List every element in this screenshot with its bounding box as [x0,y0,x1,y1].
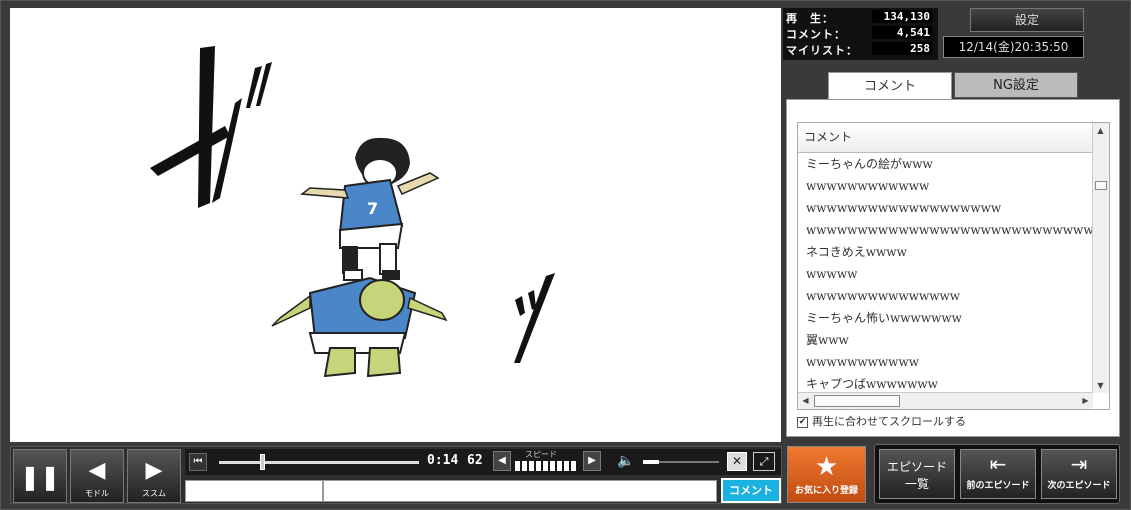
episode-list-button[interactable]: エピソード 一覧 [879,449,955,499]
tab-ng-settings[interactable]: NG設定 [954,72,1078,98]
back-button[interactable]: ◀ モドル [70,449,124,503]
scroll-down-icon[interactable]: ▼ [1093,378,1108,393]
pause-icon: ❚❚ [19,463,61,491]
player-controls: ❚❚ ◀ モドル ▶ ススム ⏮ 0:14 62 ◀ スピード ▶ 🔈 ✕ ⤢ … [10,446,782,504]
forward-button[interactable]: ▶ ススム [127,449,181,503]
prev-episode-label: 前のエピソード [966,481,1030,491]
scroll-left-icon[interactable]: ◀ [798,393,813,408]
volume-level [643,460,659,464]
scroll-up-icon[interactable]: ▲ [1093,123,1108,138]
comment-submit-button[interactable]: コメント [721,478,781,503]
comments-count-value: 4,541 [872,26,932,39]
pause-button[interactable]: ❚❚ [13,449,67,503]
autoscroll-option[interactable]: ✔ 再生に合わせてスクロールする [797,413,966,429]
list-item[interactable]: wwwwwwwwwwwwwwwwwwwwwwwwwwwwww [798,219,1093,241]
prev-episode-button[interactable]: ⇤ 前のエピソード [960,449,1036,499]
next-episode-icon: ⇥ [1070,452,1088,476]
mylist-value: 258 [872,42,932,55]
comment-column-header[interactable]: コメント [798,123,1093,153]
jersey-number: 7 [367,199,378,218]
list-item[interactable]: wwwwwwwwwwwwwww [798,285,1093,307]
list-item[interactable]: wwwww [798,263,1093,285]
comment-list[interactable]: コメント ミーちゃんの絵がwww wwwwwwwwwwww wwwwwwwwww… [797,122,1110,410]
episode-navigation: エピソード 一覧 ⇤ 前のエピソード ⇥ 次のエピソード [874,444,1120,504]
add-favorite-button[interactable]: ★ お気に入り登録 [787,446,866,503]
forward-label: ススム [142,489,166,498]
fullscreen-icon[interactable]: ⤢ [753,452,775,471]
list-item[interactable]: wwwwwwwwwww [798,351,1093,373]
speed-level-bar[interactable] [515,461,577,471]
sfx-ga-graphic [150,46,272,208]
arrow-right-icon: ▶ [145,458,163,483]
scroll-right-icon[interactable]: ▶ [1078,393,1093,408]
volume-icon[interactable]: 🔈 [615,451,637,471]
character-top: 7 [299,137,440,281]
views-label: 再 生： [786,12,834,25]
autoscroll-checkbox[interactable]: ✔ [797,416,808,428]
seek-toolbar: ⏮ 0:14 62 ◀ スピード ▶ 🔈 ✕ ⤢ [185,449,781,475]
list-item[interactable]: wwwwwwwwwwwwwwwwwww [798,197,1093,219]
comment-text-input[interactable] [323,480,717,502]
episode-list-label-1: エピソード [886,460,947,474]
time-current: 0:14 [427,453,459,468]
prev-episode-icon: ⇤ [989,452,1007,476]
views-row: 再 生： 134,130 [786,9,936,25]
speed-label: スピード [525,450,557,459]
episode-list-label-2: 一覧 [904,477,929,491]
seek-bar[interactable] [219,461,419,464]
next-episode-button[interactable]: ⇥ 次のエピソード [1041,449,1117,499]
video-area[interactable]: 7 [10,8,781,442]
vertical-scrollbar[interactable]: ▲ ▼ [1092,123,1109,393]
views-value: 134,130 [872,10,932,23]
video-frame-illustration: 7 [150,46,555,378]
star-icon: ★ [814,452,839,482]
next-episode-label: 次のエピソード [1047,481,1111,491]
favorite-label: お気に入り登録 [794,486,858,496]
time-total: 62 [467,453,483,468]
autoscroll-label: 再生に合わせてスクロールする [812,415,966,428]
settings-button[interactable]: 設定 [970,8,1084,32]
mylist-label: マイリスト： [786,44,858,57]
video-stats-panel: 再 生： 134,130 コメント： 4,541 マイリスト： 258 [783,8,938,60]
list-item[interactable]: ミーちゃん怖いwwwwwww [798,307,1093,329]
comments-count-row: コメント： 4,541 [786,25,936,41]
mylist-row: マイリスト： 258 [786,41,936,57]
comment-toggle-icon[interactable]: ✕ [727,452,747,471]
speed-down-icon[interactable]: ◀ [493,451,511,471]
horizontal-scrollbar[interactable]: ◀ ▶ [798,392,1093,409]
speed-up-icon[interactable]: ▶ [583,451,601,471]
comment-input-row: コメント [185,478,781,503]
comments-count-label: コメント： [786,28,846,41]
skip-to-start-icon[interactable]: ⏮ [189,453,207,471]
tab-comment[interactable]: コメント [828,72,952,100]
seek-handle[interactable] [260,454,265,470]
comment-panel: コメント ミーちゃんの絵がwww wwwwwwwwwwww wwwwwwwwww… [786,99,1120,437]
arrow-left-icon: ◀ [88,458,106,483]
back-label: モドル [85,489,109,498]
scroll-thumb[interactable] [1095,181,1107,190]
list-item[interactable]: ミーちゃんの絵がwww [798,153,1093,175]
list-item[interactable]: 翼www [798,329,1093,351]
volume-slider[interactable] [659,461,719,463]
comment-command-input[interactable] [185,480,323,502]
list-item[interactable]: ネコきめえwwww [798,241,1093,263]
character-bottom [271,276,448,378]
list-item[interactable]: wwwwwwwwwwww [798,175,1093,197]
sfx-tsu-graphic [514,273,555,363]
hscroll-thumb[interactable] [814,395,900,407]
clock-display: 12/14(金)20:35:50 [943,36,1084,58]
